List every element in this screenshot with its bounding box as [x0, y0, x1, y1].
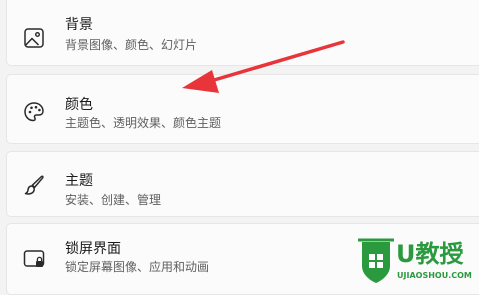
settings-item-description: 锁定屏幕图像、应用和动画: [65, 260, 210, 274]
settings-item-title: 主题: [65, 173, 93, 189]
watermark-site: UJIAOSHOU.COM: [397, 271, 472, 280]
settings-item-title: 颜色: [65, 97, 93, 113]
watermark-brand: U教授: [396, 240, 464, 268]
settings-item-themes[interactable]: 主题 安装、创建、管理: [6, 151, 479, 217]
settings-item-title: 锁屏界面: [65, 241, 121, 257]
settings-item-description: 安装、创建、管理: [65, 193, 162, 207]
palette-icon: [21, 99, 47, 125]
image-icon: [21, 25, 47, 51]
settings-item-description: 主题色、透明效果、颜色主题: [65, 116, 222, 130]
brush-icon: [21, 172, 47, 198]
lock-screen-icon: [21, 246, 47, 272]
settings-item-background[interactable]: 背景 背景图像、颜色、幻灯片: [6, 0, 479, 66]
brand-logo-icon: [358, 236, 394, 284]
settings-item-title: 背景: [65, 17, 93, 33]
settings-item-description: 背景图像、颜色、幻灯片: [65, 38, 198, 52]
watermark: U教授 UJIAOSHOU.COM: [358, 236, 479, 288]
settings-item-colors[interactable]: 颜色 主题色、透明效果、颜色主题: [6, 74, 479, 144]
